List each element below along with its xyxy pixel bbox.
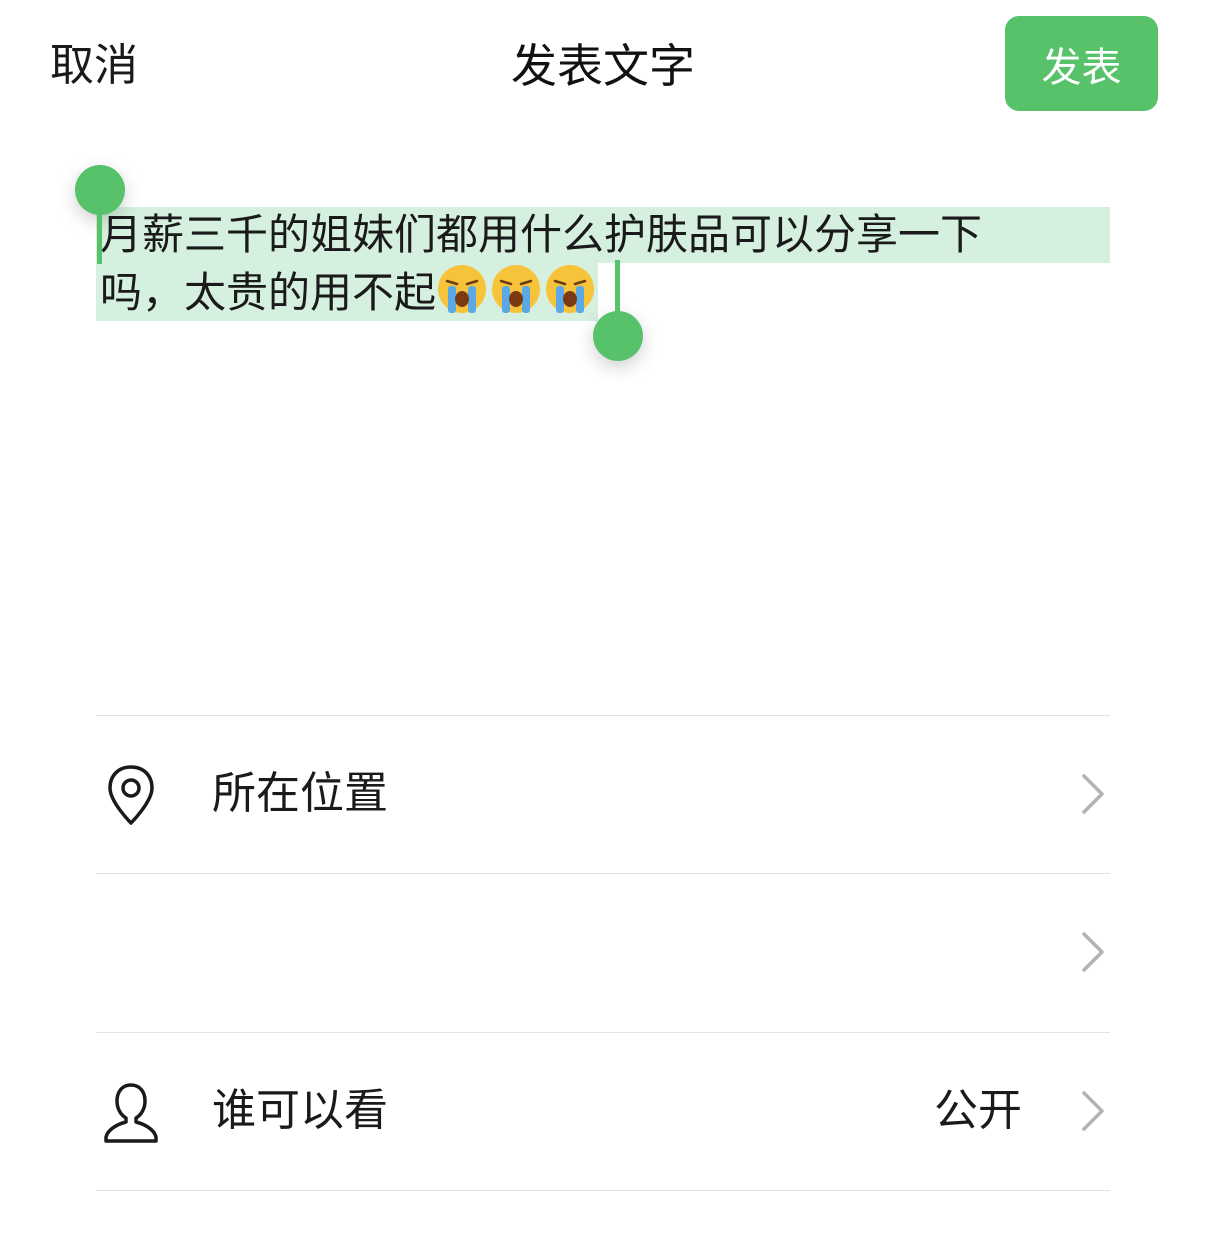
selected-text-line-2[interactable]: 吗，太贵的用不起 [96,263,599,321]
compose-text-screen: 取消 发表文字 发表 月薪三千的姐妹们都用什么护肤品可以分享一下 吗，太贵的用不… [0,0,1206,1253]
location-row[interactable]: 所在位置 [96,716,1110,872]
visibility-label: 谁可以看 [212,1085,388,1136]
visibility-value: 公开 [934,1085,1022,1136]
selection-end-caret [615,260,620,320]
crying-face-emoji-icon [492,265,541,313]
chevron-right-icon [1082,932,1104,972]
person-icon [104,1083,158,1143]
divider [96,1190,1110,1191]
publish-button[interactable]: 发表 [1005,16,1158,111]
selected-text-line-1[interactable]: 月薪三千的姐妹们都用什么护肤品可以分享一下 [96,207,1110,263]
location-pin-icon [108,765,154,825]
post-text-editor[interactable]: 月薪三千的姐妹们都用什么护肤品可以分享一下 吗，太贵的用不起 [96,205,1110,665]
empty-option-row[interactable] [96,874,1110,1030]
chevron-right-icon [1082,774,1104,814]
location-label: 所在位置 [212,768,388,819]
crying-face-emoji-icon [546,265,595,313]
selected-text: 吗，太贵的用不起 [100,268,437,317]
crying-face-emoji-icon [438,265,487,313]
visibility-row[interactable]: 谁可以看 公开 [96,1033,1110,1189]
chevron-right-icon [1082,1091,1104,1131]
selection-start-caret [97,200,102,264]
